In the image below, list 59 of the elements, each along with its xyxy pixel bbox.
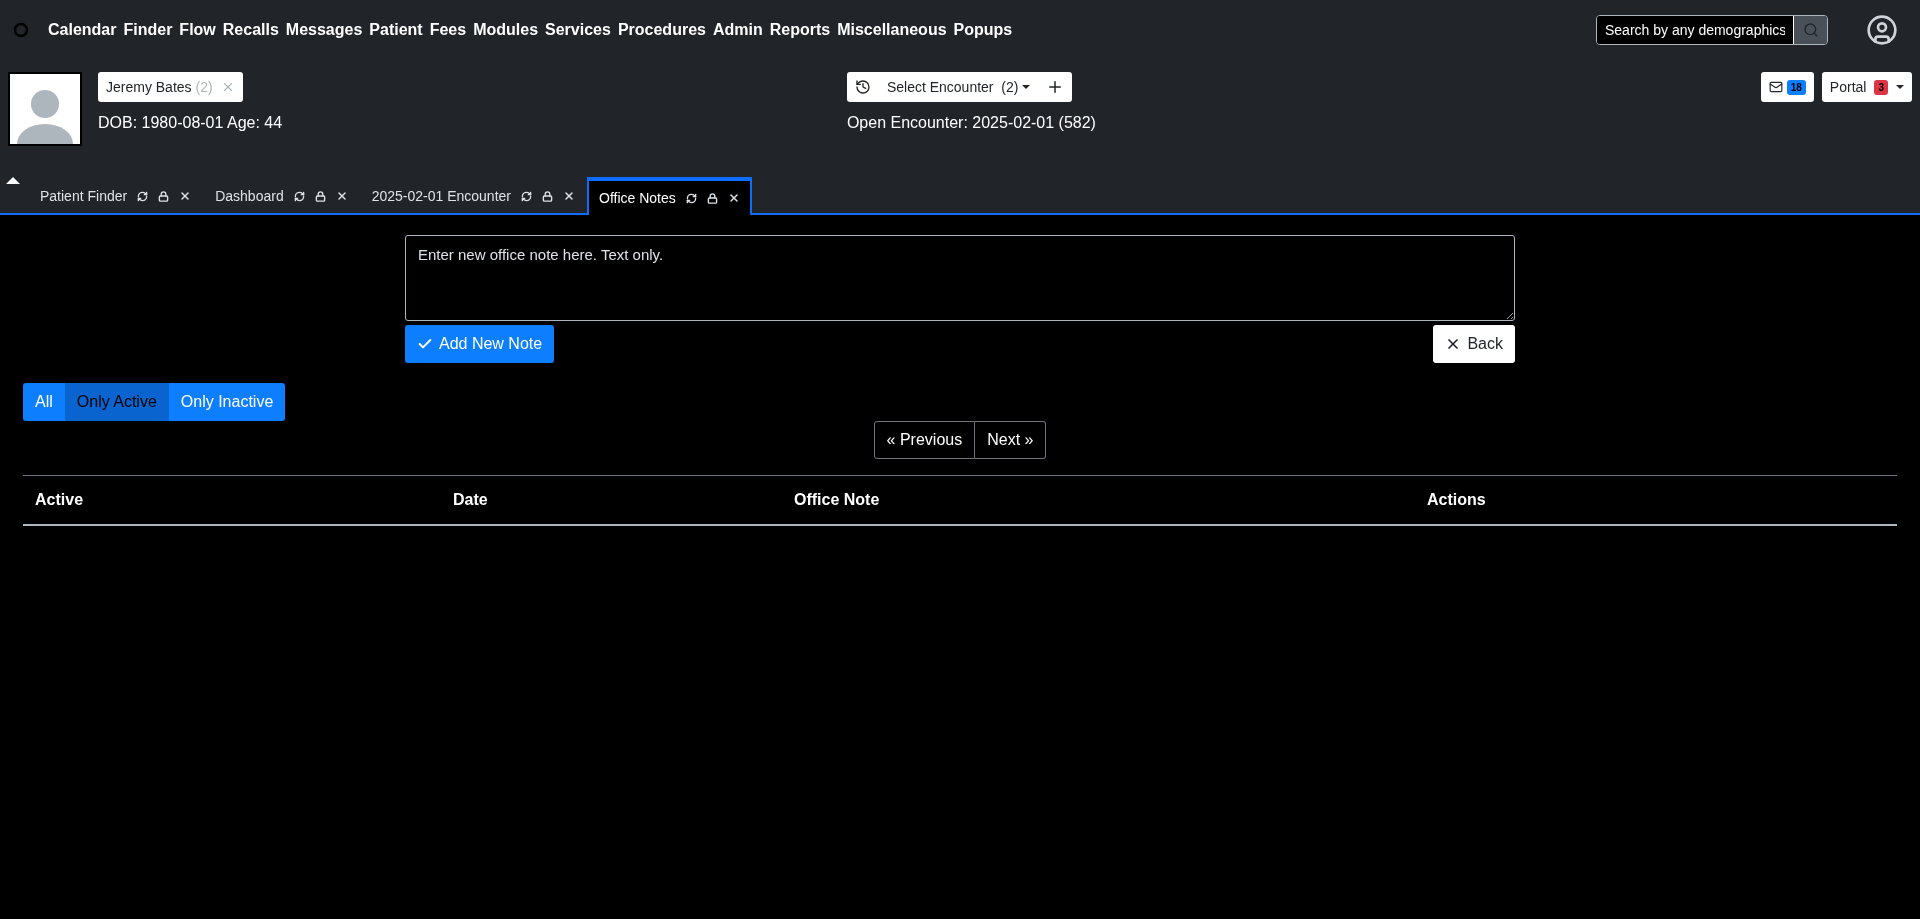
lock-icon[interactable] [314,190,326,202]
nav-menu-item[interactable]: Services [545,21,611,39]
refresh-icon[interactable] [293,190,305,202]
column-header: Actions [1426,491,1487,509]
nav-menu-item[interactable]: Patient [369,21,423,39]
refresh-icon[interactable] [685,192,697,204]
open-encounter-text: Open Encounter: 2025-02-01 (582) [846,114,1096,132]
previous-page-button[interactable]: « Previous [873,421,976,459]
search-field[interactable]: Search by any demographics [1596,15,1828,45]
nav-menu-item[interactable]: Reports [769,21,831,39]
nav-menu-item[interactable]: Calendar [48,21,117,39]
patient-dob-age: DOB: 1980-08-01 Age: 44 [98,114,283,132]
lock-icon[interactable] [542,190,553,202]
close-icon[interactable] [727,192,740,204]
search-icon [1802,22,1819,38]
caret-icon [1896,85,1904,89]
nav-menu-item[interactable]: Flow [179,21,216,39]
back-button[interactable]: Back [1433,325,1515,363]
office-note-field[interactable]: Enter new office note here. Text only. [405,235,1515,321]
mail-icon [1768,80,1783,94]
patient-name: Jeremy Bates (2) [106,79,213,95]
nav-menu-item[interactable]: Finder [123,21,173,39]
portal-dropdown[interactable]: Portal 3 [1821,72,1912,102]
tab[interactable]: 2025-02-01 Encounter [359,177,587,213]
nav-menu-item[interactable]: Miscellaneous [837,21,947,39]
nav-menu-item[interactable]: Fees [429,21,467,39]
message-count-badge: 18 [1786,79,1806,95]
lock-icon[interactable] [706,192,718,204]
tab[interactable]: Office Notes [587,177,752,215]
nav-menu-item[interactable]: Recalls [222,21,279,39]
nav-menu-item[interactable]: Procedures [617,21,706,39]
refresh-icon[interactable] [137,190,149,202]
nav-menu-item[interactable]: Modules [473,21,539,39]
column-header: Date [452,491,489,509]
close-icon[interactable] [335,190,348,202]
column-header: Office Note [793,491,881,509]
refresh-icon[interactable] [521,190,532,202]
lock-icon[interactable] [158,190,170,202]
add-new-note-button[interactable]: Add New Note [405,325,555,363]
portal-count-badge: 3 [1874,79,1888,95]
user-avatar-icon[interactable] [1866,14,1898,46]
nav-menu-item[interactable]: Messages [285,21,363,39]
filter-button[interactable]: All [23,383,65,421]
history-icon [854,79,871,95]
close-icon[interactable] [563,190,575,202]
tab[interactable]: Patient Finder [28,177,204,213]
messages-button[interactable]: 18 [1760,72,1814,102]
logo-icon [12,21,30,39]
tab[interactable]: Dashboard [203,177,360,213]
filter-button[interactable]: Only Inactive [168,383,286,421]
filter-button[interactable]: Only Active [64,383,169,421]
patient-name-chip[interactable]: Jeremy Bates (2) [98,72,243,102]
close-icon[interactable] [179,190,192,202]
search-button[interactable] [1793,16,1827,44]
next-page-button[interactable]: Next » [975,421,1047,459]
nav-menu-item[interactable]: Admin [712,21,763,39]
collapse-caret-icon[interactable] [6,177,20,184]
column-header: Active [34,491,85,509]
nav-menu-item[interactable]: Popups [953,21,1013,39]
